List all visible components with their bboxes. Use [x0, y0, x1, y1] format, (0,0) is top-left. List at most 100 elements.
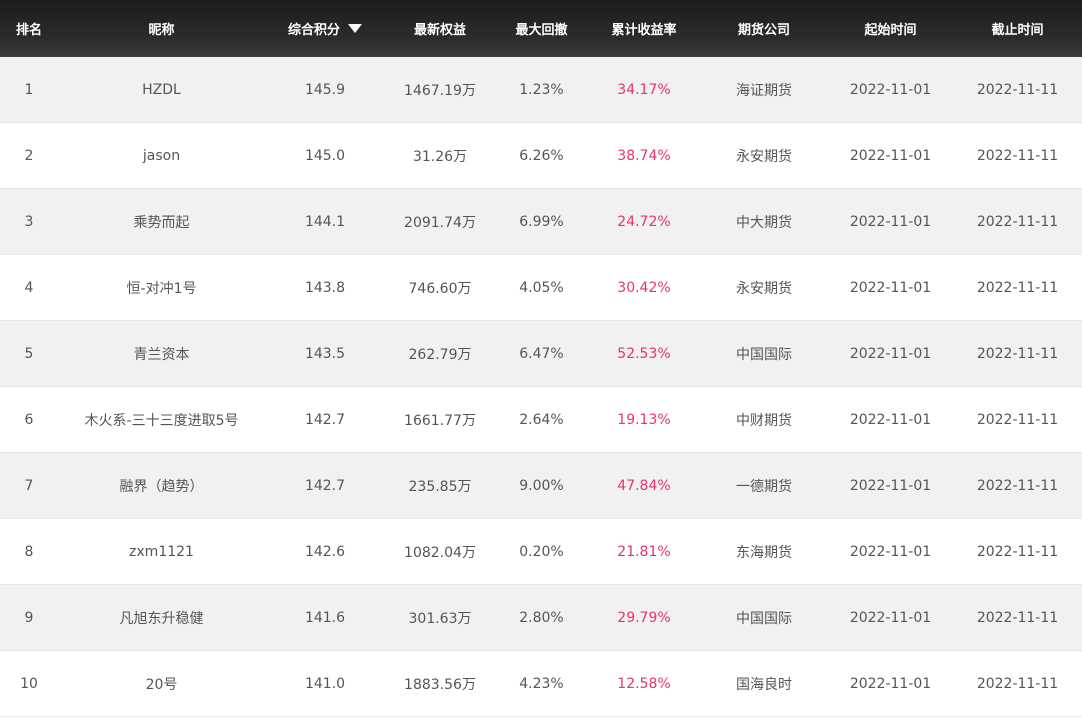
- table-row[interactable]: 6 木火系-三十三度进取5号 142.7 1661.77万 2.64% 19.13% 中财期…: [0, 387, 1082, 453]
- cell-score: 144.1: [304, 213, 346, 230]
- table-row[interactable]: 7 融界（趋势） 142.7 235.85万 9.00% 47.84% 一德期货 2022-1…: [0, 453, 1082, 519]
- cell-nickname: 凡旭东升稳健: [58, 608, 265, 628]
- cell-start-date: 2022-11-01: [849, 345, 932, 362]
- cell-rank: 1: [24, 81, 34, 98]
- cell-rank: 6: [24, 411, 34, 428]
- cell-start-date: 2022-11-01: [849, 213, 932, 230]
- cell-return: 21.81%: [617, 543, 671, 560]
- cell-end-date: 2022-11-11: [976, 81, 1059, 98]
- cell-score: 141.0: [304, 675, 346, 692]
- table-row[interactable]: 3 乘势而起 144.1 2091.74万 6.99% 24.72% 中大期货 2022-11…: [0, 189, 1082, 255]
- cell-start-date: 2022-11-01: [849, 477, 932, 494]
- cell-equity: 2091.74万: [404, 214, 476, 231]
- cell-nickname: jason: [58, 148, 265, 164]
- header-rank: 排名: [15, 23, 42, 38]
- cell-nickname: 木火系-三十三度进取5号: [58, 410, 265, 430]
- cell-equity: 1661.77万: [404, 412, 476, 429]
- cell-start-date: 2022-11-01: [849, 543, 932, 560]
- cell-return: 12.58%: [617, 675, 671, 692]
- table-row[interactable]: 10 20号 141.0 1883.56万 4.23% 12.58% 国海良时 2022-11…: [0, 651, 1082, 717]
- cell-equity: 262.79万: [408, 346, 472, 363]
- cell-company: 永安期货: [736, 148, 792, 165]
- cell-return: 34.17%: [617, 81, 671, 98]
- cell-nickname: HZDL: [58, 82, 265, 98]
- cell-nickname: zxm1121: [58, 544, 265, 560]
- cell-company: 国海良时: [736, 676, 792, 693]
- cell-score: 145.0: [304, 147, 346, 164]
- cell-drawdown: 1.23%: [519, 81, 564, 98]
- cell-drawdown: 6.26%: [519, 147, 564, 164]
- cell-nickname: 青兰资本: [58, 344, 265, 364]
- cell-equity: 1467.19万: [404, 82, 476, 99]
- header-equity: 最新权益: [413, 23, 466, 38]
- cell-end-date: 2022-11-11: [976, 147, 1059, 164]
- sort-desc-triangle-icon[interactable]: [348, 24, 362, 33]
- header-score-sortable[interactable]: 综合积分: [265, 19, 385, 38]
- cell-drawdown: 2.80%: [519, 609, 564, 626]
- cell-return: 38.74%: [617, 147, 671, 164]
- cell-company: 中国国际: [736, 346, 792, 363]
- cell-company: 海证期货: [736, 82, 792, 99]
- cell-start-date: 2022-11-01: [849, 675, 932, 692]
- header-score-label: 综合积分: [287, 23, 340, 38]
- header-start: 起始时间: [864, 23, 917, 38]
- cell-end-date: 2022-11-11: [976, 543, 1059, 560]
- cell-equity: 301.63万: [408, 610, 472, 627]
- cell-return: 29.79%: [617, 609, 671, 626]
- cell-rank: 2: [24, 147, 34, 164]
- header-nickname: 昵称: [148, 23, 175, 38]
- cell-company: 中财期货: [736, 412, 792, 429]
- cell-equity: 235.85万: [408, 478, 472, 495]
- cell-nickname: 恒-对冲1号: [58, 278, 265, 298]
- cell-end-date: 2022-11-11: [976, 345, 1059, 362]
- cell-equity: 1082.04万: [404, 544, 476, 561]
- cell-nickname: 20号: [58, 674, 265, 694]
- cell-return: 30.42%: [617, 279, 671, 296]
- cell-start-date: 2022-11-01: [849, 411, 932, 428]
- header-return: 累计收益率: [611, 23, 677, 38]
- cell-start-date: 2022-11-01: [849, 147, 932, 164]
- cell-score: 142.7: [304, 477, 346, 494]
- cell-company: 永安期货: [736, 280, 792, 297]
- cell-end-date: 2022-11-11: [976, 477, 1059, 494]
- header-drawdown: 最大回撤: [515, 23, 568, 38]
- cell-return: 24.72%: [617, 213, 671, 230]
- cell-return: 47.84%: [617, 477, 671, 494]
- table-row[interactable]: 2 jason 145.0 31.26万 6.26% 38.74% 永安期货 2022-11-…: [0, 123, 1082, 189]
- cell-drawdown: 4.05%: [519, 279, 564, 296]
- cell-rank: 3: [24, 213, 34, 230]
- cell-end-date: 2022-11-11: [976, 609, 1059, 626]
- cell-company: 一德期货: [736, 478, 792, 495]
- cell-end-date: 2022-11-11: [976, 411, 1059, 428]
- table-row[interactable]: 1 HZDL 145.9 1467.19万 1.23% 34.17% 海证期货 2022-11…: [0, 57, 1082, 123]
- cell-drawdown: 0.20%: [519, 543, 564, 560]
- cell-company: 东海期货: [736, 544, 792, 561]
- table-body: 1 HZDL 145.9 1467.19万 1.23% 34.17% 海证期货 2022-11…: [0, 57, 1082, 717]
- cell-start-date: 2022-11-01: [849, 81, 932, 98]
- cell-score: 142.7: [304, 411, 346, 428]
- cell-end-date: 2022-11-11: [976, 279, 1059, 296]
- cell-drawdown: 6.99%: [519, 213, 564, 230]
- cell-rank: 5: [24, 345, 34, 362]
- table-row[interactable]: 8 zxm1121 142.6 1082.04万 0.20% 21.81% 东海期货 2022…: [0, 519, 1082, 585]
- cell-company: 中国国际: [736, 610, 792, 627]
- cell-score: 145.9: [304, 81, 346, 98]
- table-header: 排名 昵称 综合积分 最新权益 最大回撤 累计收益率 期货公司 起始时间 截止时…: [0, 0, 1082, 57]
- table-row[interactable]: 5 青兰资本 143.5 262.79万 6.47% 52.53% 中国国际 2022-11-…: [0, 321, 1082, 387]
- cell-start-date: 2022-11-01: [849, 279, 932, 296]
- cell-return: 19.13%: [617, 411, 671, 428]
- cell-rank: 4: [24, 279, 34, 296]
- ranking-table: 排名 昵称 综合积分 最新权益 最大回撤 累计收益率 期货公司 起始时间 截止时…: [0, 0, 1082, 717]
- table-row[interactable]: 9 凡旭东升稳健 141.6 301.63万 2.80% 29.79% 中国国际 2022-1…: [0, 585, 1082, 651]
- cell-drawdown: 4.23%: [519, 675, 564, 692]
- cell-rank: 9: [24, 609, 34, 626]
- cell-start-date: 2022-11-01: [849, 609, 932, 626]
- cell-return: 52.53%: [617, 345, 671, 362]
- cell-end-date: 2022-11-11: [976, 675, 1059, 692]
- table-row[interactable]: 4 恒-对冲1号 143.8 746.60万 4.05% 30.42% 永安期货 2022-1…: [0, 255, 1082, 321]
- cell-rank: 10: [20, 675, 38, 692]
- cell-score: 141.6: [304, 609, 346, 626]
- cell-equity: 1883.56万: [404, 676, 476, 693]
- cell-drawdown: 9.00%: [519, 477, 564, 494]
- cell-nickname: 乘势而起: [58, 212, 265, 232]
